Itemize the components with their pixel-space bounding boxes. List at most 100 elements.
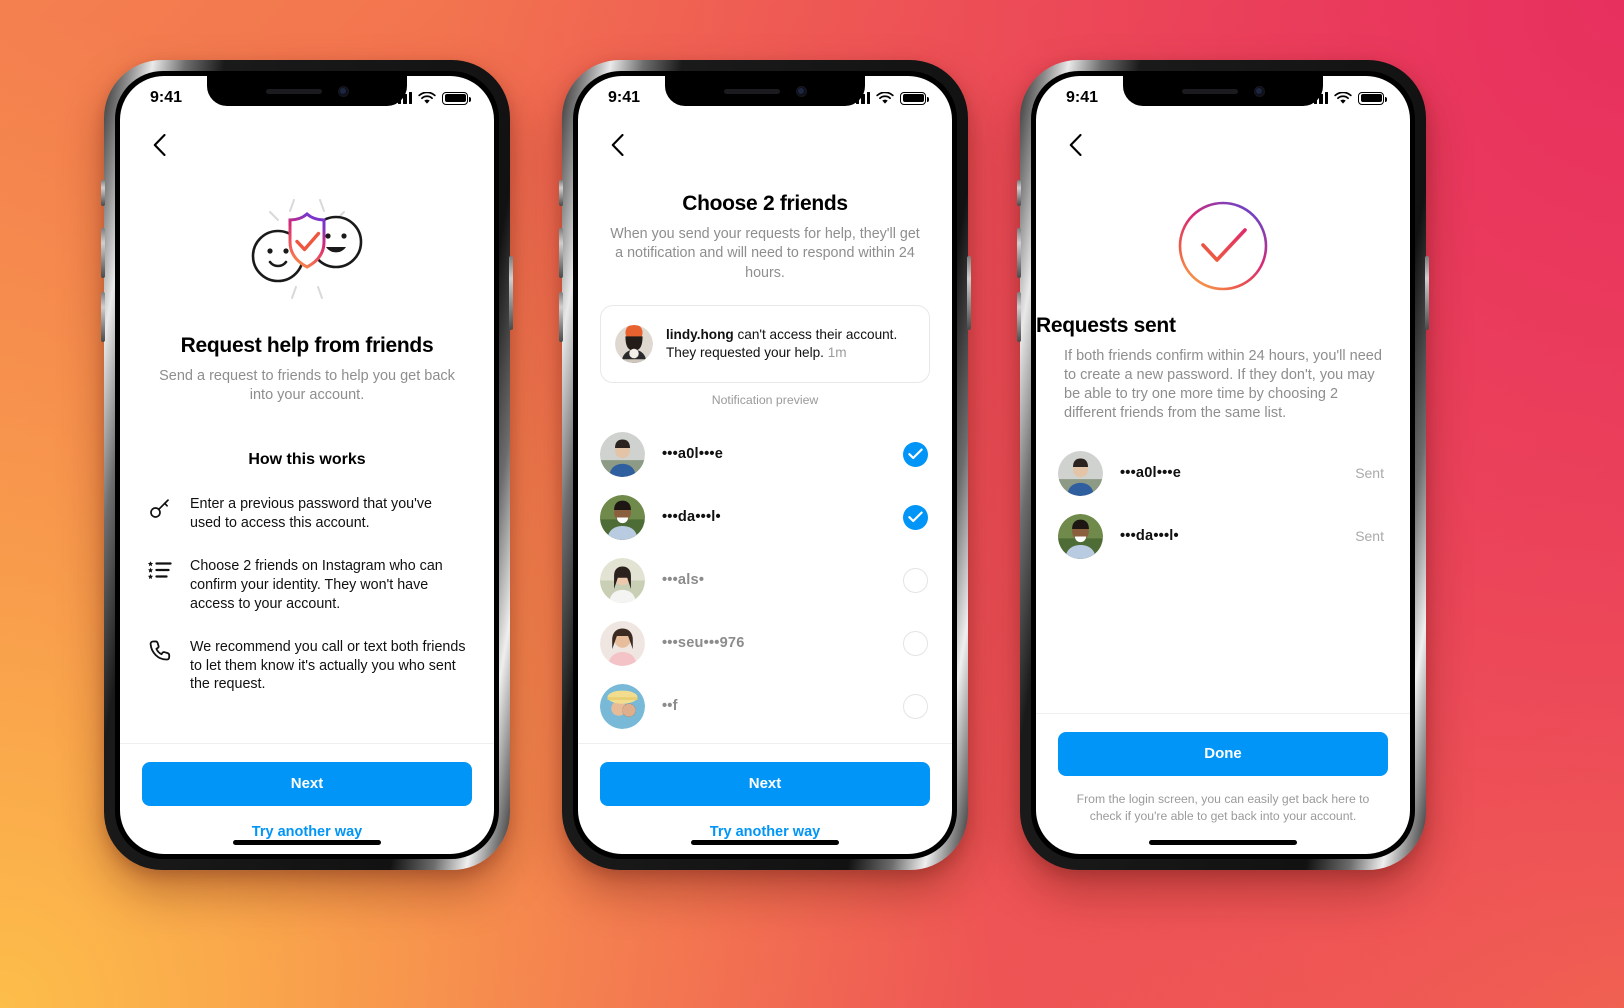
phone-icon bbox=[148, 639, 172, 663]
friend-avatar-2 bbox=[1058, 513, 1103, 559]
step-item: Enter a previous password that you've us… bbox=[148, 495, 466, 532]
volume-up-button[interactable] bbox=[101, 228, 105, 278]
front-camera bbox=[337, 85, 349, 97]
key-icon bbox=[148, 496, 172, 520]
checkbox-unselected-icon[interactable] bbox=[903, 630, 928, 656]
silent-switch[interactable] bbox=[559, 180, 563, 206]
step-item: We recommend you call or text both frien… bbox=[148, 638, 466, 694]
gradient-check-circle-icon bbox=[1177, 200, 1269, 292]
bottom-action-bar: Done From the login screen, you can easi… bbox=[1036, 713, 1410, 854]
checkbox-selected-icon[interactable] bbox=[903, 441, 928, 467]
step-text: Enter a previous password that you've us… bbox=[190, 496, 432, 531]
volume-up-button[interactable] bbox=[1017, 228, 1021, 278]
friend-list: •••a0l•••e •••da•••l• •••als• •••seu•••9… bbox=[578, 423, 952, 738]
friend-avatar-1 bbox=[600, 431, 645, 477]
friends-shield-check-illustration bbox=[232, 194, 382, 304]
friend-name: •••da•••l• bbox=[662, 509, 721, 526]
volume-down-button[interactable] bbox=[1017, 292, 1021, 342]
battery-full-icon bbox=[900, 91, 929, 105]
wifi-icon bbox=[1334, 91, 1352, 104]
earpiece-speaker bbox=[723, 88, 780, 94]
volume-up-button[interactable] bbox=[559, 228, 563, 278]
volume-down-button[interactable] bbox=[559, 292, 563, 342]
page-title: Requests sent bbox=[1036, 314, 1176, 337]
friend-name: •••seu•••976 bbox=[662, 635, 745, 652]
friend-name: •••da•••l• bbox=[1120, 528, 1179, 544]
friend-name: ••f bbox=[662, 698, 678, 715]
power-button[interactable] bbox=[967, 256, 971, 330]
screen1-content: Request help from friends Send a request… bbox=[120, 170, 494, 743]
page-title: Choose 2 friends bbox=[682, 192, 848, 215]
front-camera bbox=[1253, 85, 1265, 97]
back-chevron-icon[interactable] bbox=[1060, 130, 1090, 160]
notification-preview-caption: Notification preview bbox=[711, 392, 819, 407]
notch bbox=[665, 76, 865, 106]
screen-body: Requests sent If both friends confirm wi… bbox=[1036, 120, 1410, 854]
power-button[interactable] bbox=[1425, 256, 1429, 330]
phone-3-requests-sent: 9:41 Requests sent If both friends confi… bbox=[1017, 60, 1429, 870]
wifi-icon bbox=[418, 91, 436, 104]
how-this-works-heading: How this works bbox=[248, 451, 366, 469]
try-another-way-link[interactable]: Try another way bbox=[142, 824, 472, 840]
front-camera bbox=[795, 85, 807, 97]
earpiece-speaker bbox=[265, 88, 322, 94]
friend-row[interactable]: •••a0l•••e bbox=[578, 423, 952, 486]
notch bbox=[1123, 76, 1323, 106]
friend-row[interactable]: ••f bbox=[578, 675, 952, 738]
power-button[interactable] bbox=[509, 256, 513, 330]
nav-bar bbox=[1036, 120, 1410, 170]
silent-switch[interactable] bbox=[1017, 180, 1021, 206]
page-subtitle: Send a request to friends to help you ge… bbox=[159, 368, 455, 404]
silent-switch[interactable] bbox=[101, 180, 105, 206]
steps-list: Enter a previous password that you've us… bbox=[120, 495, 494, 694]
friend-name: •••als• bbox=[662, 572, 705, 589]
phone-bezel: 9:41 bbox=[1031, 71, 1415, 859]
notch bbox=[207, 76, 407, 106]
screen3-content: Requests sent If both friends confirm wi… bbox=[1036, 170, 1410, 713]
battery-full-icon bbox=[442, 91, 471, 105]
home-indicator[interactable] bbox=[691, 840, 839, 845]
phone-bezel: 9:41 bbox=[115, 71, 499, 859]
checkbox-selected-icon[interactable] bbox=[903, 504, 928, 530]
back-chevron-icon[interactable] bbox=[602, 130, 632, 160]
friend-row[interactable]: •••da•••l• bbox=[578, 486, 952, 549]
friend-name: •••a0l•••e bbox=[662, 446, 724, 463]
notification-text: lindy.hong can't access their account. T… bbox=[666, 326, 915, 362]
page-subtitle: If both friends confirm within 24 hours,… bbox=[1064, 348, 1382, 422]
notification-username: lindy.hong bbox=[666, 326, 734, 342]
friend-row[interactable]: •••als• bbox=[578, 549, 952, 612]
done-button[interactable]: Done bbox=[1058, 732, 1388, 777]
sent-requests-list: •••a0l•••e Sent •••da•••l• Sent bbox=[1036, 442, 1410, 568]
next-button[interactable]: Next bbox=[600, 762, 930, 806]
friend-avatar-2 bbox=[600, 494, 645, 540]
checkbox-unselected-icon[interactable] bbox=[903, 567, 928, 593]
bottom-action-bar: Next Try another way bbox=[578, 743, 952, 854]
screen2-content: Choose 2 friends When you send your requ… bbox=[578, 170, 952, 743]
checkbox-unselected-icon[interactable] bbox=[903, 693, 928, 719]
friend-name: •••a0l•••e bbox=[1120, 465, 1182, 481]
status-time: 9:41 bbox=[150, 89, 183, 106]
page-subtitle: When you send your requests for help, th… bbox=[610, 226, 920, 281]
volume-down-button[interactable] bbox=[101, 292, 105, 342]
phone-mockup-stage: 9:41 Request help from friends Send a re… bbox=[0, 0, 1624, 1008]
friend-avatar-3 bbox=[600, 557, 645, 603]
battery-full-icon bbox=[1358, 91, 1387, 105]
try-another-way-link[interactable]: Try another way bbox=[600, 824, 930, 840]
home-indicator[interactable] bbox=[1149, 840, 1297, 845]
nav-bar bbox=[578, 120, 952, 170]
step-text: We recommend you call or text both frien… bbox=[190, 639, 466, 693]
home-indicator[interactable] bbox=[233, 840, 381, 845]
friend-avatar-1 bbox=[1058, 450, 1103, 496]
friend-row[interactable]: •••seu•••976 bbox=[578, 612, 952, 675]
next-button[interactable]: Next bbox=[142, 762, 472, 806]
sent-status: Sent bbox=[1355, 465, 1384, 481]
back-chevron-icon[interactable] bbox=[144, 130, 174, 160]
phone-screen: 9:41 bbox=[120, 76, 494, 854]
sent-row: •••a0l•••e Sent bbox=[1036, 442, 1410, 505]
lindy-hong-avatar bbox=[615, 324, 653, 363]
step-item: Choose 2 friends on Instagram who can co… bbox=[147, 557, 466, 613]
hero-block: Request help from friends Send a request… bbox=[120, 170, 494, 405]
earpiece-speaker bbox=[1181, 88, 1238, 94]
step-text: Choose 2 friends on Instagram who can co… bbox=[190, 558, 443, 612]
bottom-action-bar: Next Try another way bbox=[120, 743, 494, 854]
